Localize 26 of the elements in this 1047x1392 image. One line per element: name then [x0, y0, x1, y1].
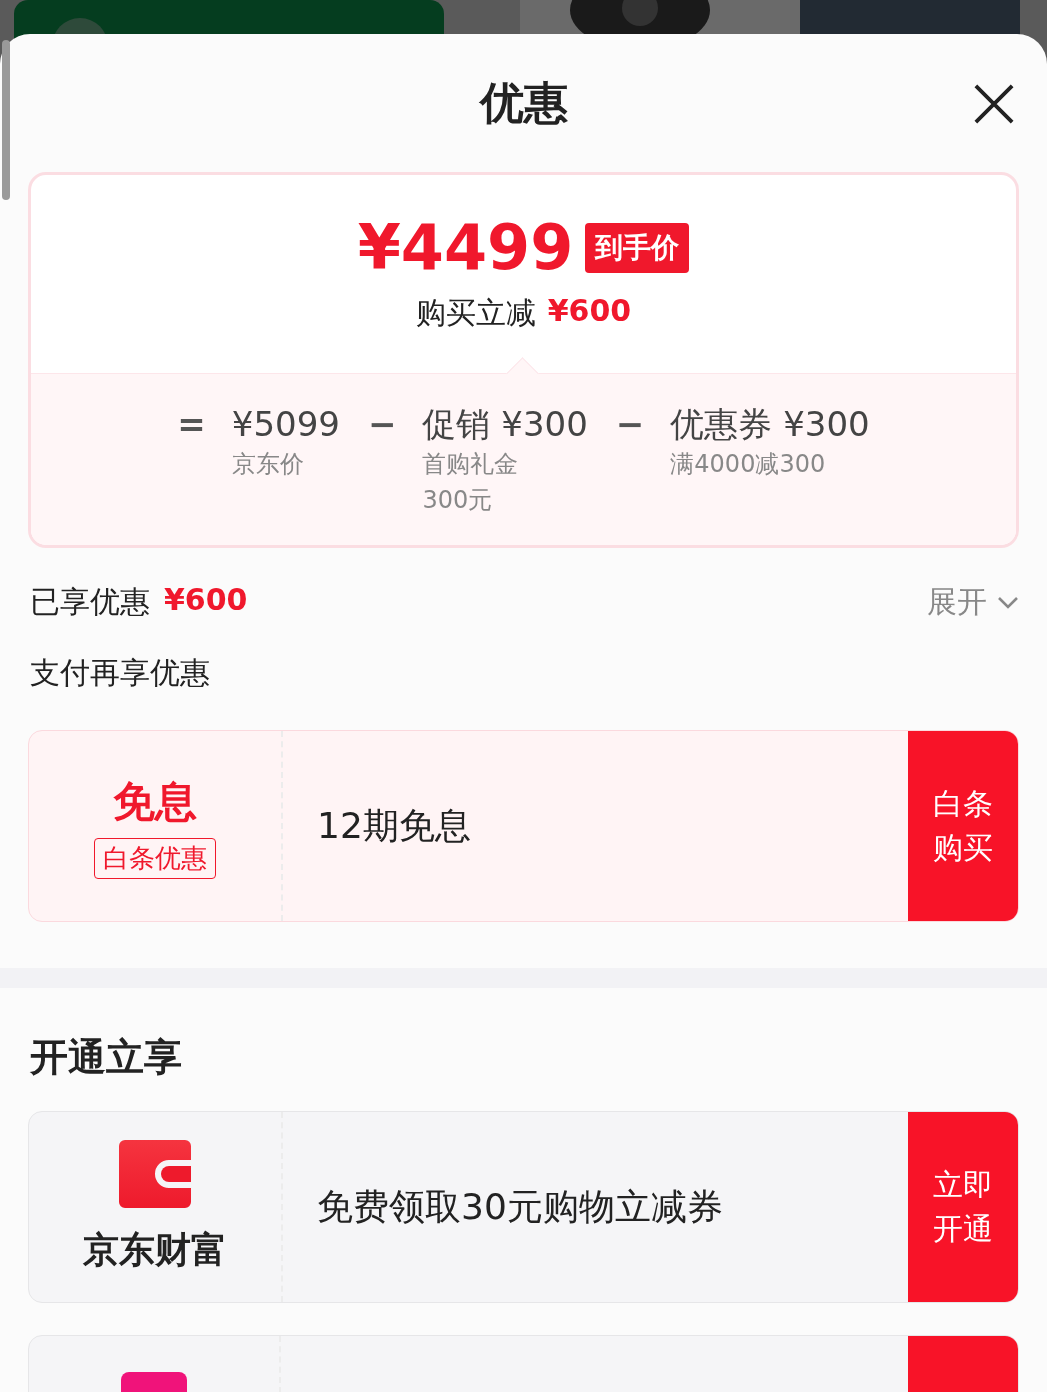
offer-tag: 白条优惠 — [94, 837, 216, 879]
operator-sign: − — [615, 403, 645, 446]
sheet-title: 优惠 — [479, 75, 568, 130]
term-label: 满4000减300 — [670, 449, 827, 480]
term-label: 京东价 — [231, 449, 305, 480]
offer-title: 免息 — [113, 775, 197, 828]
offer-button[interactable]: 白条购买 — [908, 731, 1018, 921]
offer-text: 12期免息 — [316, 803, 472, 848]
discount-label: 购买立减 — [415, 294, 536, 332]
final-price: ¥4499 — [357, 217, 574, 279]
price-badge: 到手价 — [585, 223, 690, 273]
offer-text: 免费领取30元购物立减券 — [316, 1184, 724, 1229]
enjoyed-label: 已享优惠 — [30, 583, 150, 621]
enjoyed-amount: ¥600 — [164, 582, 248, 619]
term-amount: 促销 ¥300 — [422, 403, 588, 446]
term-label: 首购礼金300元 — [422, 449, 520, 516]
discount-amount: ¥600 — [547, 293, 632, 330]
term-amount: 优惠券 ¥300 — [670, 403, 870, 446]
operator-sign: = — [177, 403, 206, 446]
operator-sign: − — [368, 403, 397, 446]
offer-button[interactable]: 立即开通 — [908, 1112, 1018, 1302]
expand-toggle[interactable]: 展开 — [927, 582, 1019, 623]
brand-name: 京东财富 — [83, 1227, 227, 1272]
section-title: 支付再享优惠 — [30, 654, 211, 692]
section-title: 开通立享 — [30, 1034, 183, 1081]
term-amount: ¥5099 — [231, 403, 340, 446]
